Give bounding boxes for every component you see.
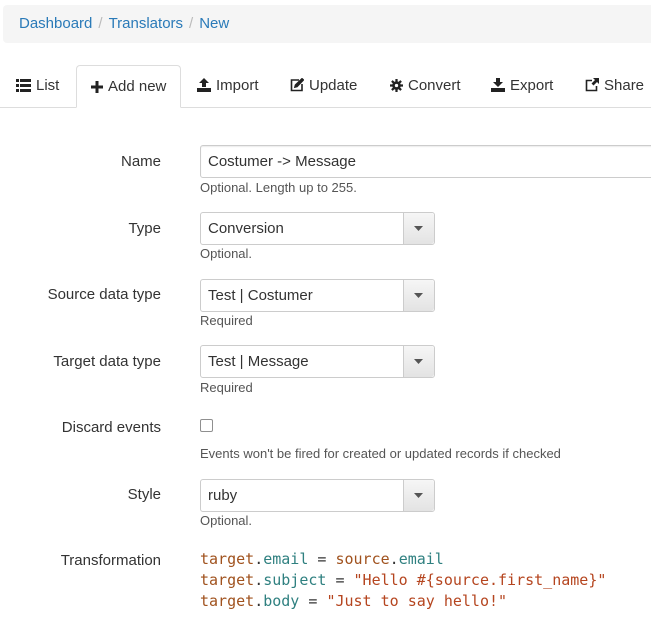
discard-label: Discard events xyxy=(61,419,161,436)
caret-down-icon xyxy=(414,359,423,364)
style-label: Style xyxy=(127,486,161,503)
target-dropdown-toggle[interactable] xyxy=(403,346,434,377)
tab-list[interactable]: List xyxy=(16,65,59,107)
source-dropdown-toggle[interactable] xyxy=(403,280,434,311)
code-line: target.email = source.email xyxy=(200,550,444,568)
name-label: Name xyxy=(120,153,161,170)
code-line: target.body = "Just to say hello!" xyxy=(200,592,508,610)
list-icon xyxy=(16,79,31,92)
breadcrumb-separator: / xyxy=(189,15,194,32)
source-label: Source data type xyxy=(47,286,161,303)
tab-label: Update xyxy=(309,77,358,94)
tab-label: List xyxy=(36,77,60,94)
tab-update[interactable]: Update xyxy=(290,65,357,107)
tab-convert[interactable]: Convert xyxy=(390,65,461,107)
style-selected-value: ruby xyxy=(208,487,238,504)
caret-down-icon xyxy=(414,493,423,498)
caret-down-icon xyxy=(414,226,423,231)
tab-label: Export xyxy=(510,77,554,94)
style-select[interactable]: ruby xyxy=(200,479,435,512)
discard-help: Events won't be fired for created or upd… xyxy=(200,446,561,461)
gear-icon xyxy=(390,79,403,92)
tab-label: Add new xyxy=(108,78,167,95)
type-label: Type xyxy=(128,220,161,237)
source-help: Required xyxy=(200,313,253,328)
type-dropdown-toggle[interactable] xyxy=(403,213,434,244)
breadcrumb-separator: / xyxy=(98,15,103,32)
target-selected-value: Test | Message xyxy=(208,353,309,370)
breadcrumb-current: New xyxy=(199,15,230,32)
plus-icon xyxy=(91,81,103,93)
style-dropdown-toggle[interactable] xyxy=(403,480,434,511)
type-selected-value: Conversion xyxy=(208,220,284,237)
style-help: Optional. xyxy=(200,513,253,528)
breadcrumb-dashboard[interactable]: Dashboard xyxy=(19,15,92,32)
action-tabs: List Add new Import Update Convert Expor… xyxy=(0,65,651,108)
discard-events-checkbox[interactable] xyxy=(200,419,213,432)
type-help: Optional. xyxy=(200,246,253,261)
breadcrumb-translators[interactable]: Translators xyxy=(109,15,183,32)
code-line: target.subject = "Hello #{source.first_n… xyxy=(200,571,607,589)
tab-share[interactable]: Share xyxy=(585,65,644,107)
target-label: Target data type xyxy=(53,353,161,370)
tab-label: Import xyxy=(216,77,259,94)
name-help: Optional. Length up to 255. xyxy=(200,180,357,195)
name-input[interactable] xyxy=(200,145,651,178)
edit-icon xyxy=(290,77,305,92)
share-icon xyxy=(585,78,599,92)
transformation-code-editor[interactable]: target.email = source.email target.subjec… xyxy=(200,549,606,612)
download-icon xyxy=(491,78,505,92)
source-select[interactable]: Test | Costumer xyxy=(200,279,435,312)
tab-label: Convert xyxy=(408,77,461,94)
type-select[interactable]: Conversion xyxy=(200,212,435,245)
breadcrumb: Dashboard / Translators / New xyxy=(3,5,651,43)
upload-icon xyxy=(197,78,211,92)
target-select[interactable]: Test | Message xyxy=(200,345,435,378)
tab-add-new[interactable]: Add new xyxy=(76,65,182,108)
tab-label: Share xyxy=(604,77,645,94)
target-help: Required xyxy=(200,380,253,395)
transformation-label: Transformation xyxy=(60,552,161,569)
tab-import[interactable]: Import xyxy=(197,65,259,107)
source-selected-value: Test | Costumer xyxy=(208,287,313,304)
tab-export[interactable]: Export xyxy=(491,65,553,107)
caret-down-icon xyxy=(414,293,423,298)
